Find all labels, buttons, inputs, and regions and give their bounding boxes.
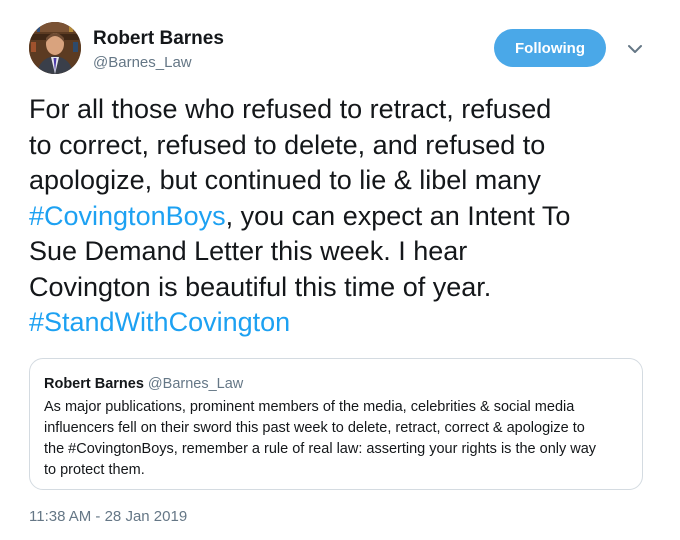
timestamp[interactable]: 11:38 AM - 28 Jan 2019: [29, 508, 187, 526]
profile-photo-icon: [29, 22, 81, 74]
quoted-tweet-line: influencers fell on their sword this pas…: [44, 420, 585, 436]
tweet-text-segment: to correct, refused to delete, and refus…: [29, 129, 546, 160]
tweet-card: Robert Barnes @Barnes_Law Following For …: [0, 0, 680, 540]
quoted-author-handle: @Barnes_Law: [147, 376, 244, 392]
tweet-text-segment: For all those who refused to retract, re…: [29, 94, 552, 124]
tweet-text-segment: apologize, but continued to lie & libel …: [29, 165, 541, 195]
quoted-author-name: Robert Barnes: [44, 376, 144, 392]
tweet-text-segment: Covington is beautiful this time of year…: [29, 271, 492, 302]
tweet-text-line: apologize, but continued to lie & libel …: [29, 163, 659, 199]
chevron-down-icon[interactable]: [626, 40, 644, 58]
following-button[interactable]: Following: [494, 29, 606, 67]
tweet-text: For all those who refused to retract, re…: [29, 92, 659, 341]
quoted-tweet-line: the #CovingtonBoys, remember a rule of r…: [44, 441, 597, 457]
tweet-text-line: Sue Demand Letter this week. I hear: [29, 234, 659, 270]
avatar[interactable]: [29, 22, 81, 74]
tweet-text-segment: Sue Demand Letter this week. I hear: [29, 236, 468, 266]
tweet-text-line: Covington is beautiful this time of year…: [29, 270, 659, 306]
hashtag-link[interactable]: #StandWithCovington: [29, 307, 290, 337]
quoted-tweet-header: Robert Barnes @Barnes_Law: [44, 375, 243, 393]
tweet-text-line: #CovingtonBoys, you can expect an Intent…: [29, 199, 659, 235]
quoted-tweet-line: to protect them.: [44, 462, 145, 478]
tweet-text-line: #StandWithCovington: [29, 305, 659, 341]
tweet-text-line: to correct, refused to delete, and refus…: [29, 128, 659, 164]
author-name[interactable]: Robert Barnes: [93, 28, 224, 50]
quoted-tweet[interactable]: Robert Barnes @Barnes_Law As major public…: [29, 358, 643, 490]
quoted-tweet-line: As major publications, prominent members…: [44, 399, 575, 415]
quoted-tweet-text: As major publications, prominent members…: [44, 397, 634, 481]
tweet-text-line: For all those who refused to retract, re…: [29, 92, 659, 128]
hashtag-link[interactable]: #CovingtonBoys: [29, 201, 226, 231]
author-handle[interactable]: @Barnes_Law: [93, 54, 192, 72]
tweet-text-segment: , you can expect an Intent To: [225, 200, 571, 231]
